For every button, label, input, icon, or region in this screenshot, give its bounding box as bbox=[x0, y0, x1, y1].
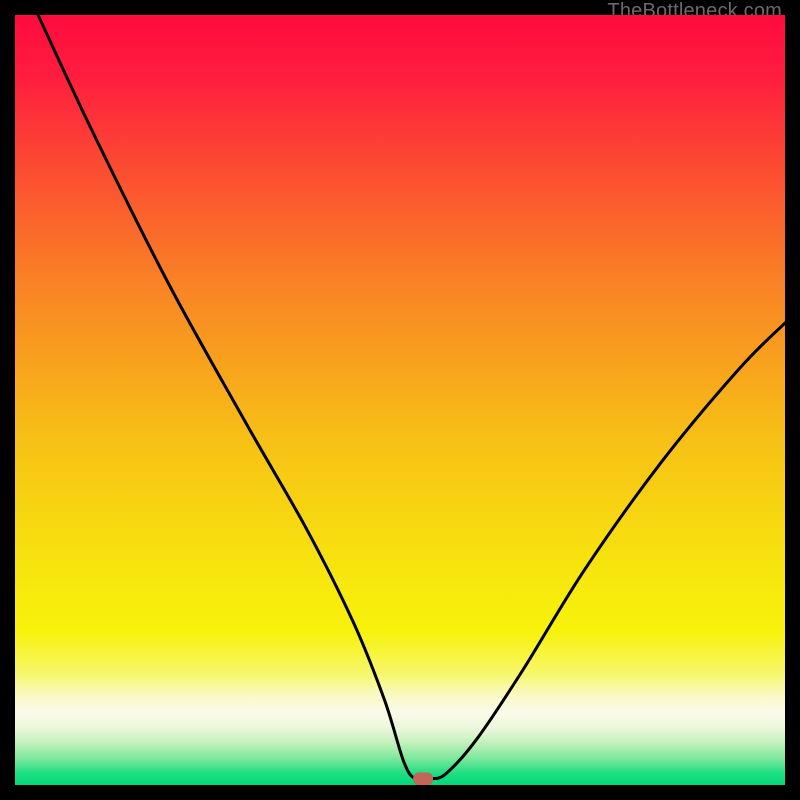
minimum-marker bbox=[413, 772, 433, 785]
bottleneck-chart bbox=[15, 15, 785, 785]
chart-frame: TheBottleneck.com bbox=[0, 0, 800, 800]
gradient-background bbox=[15, 15, 785, 785]
